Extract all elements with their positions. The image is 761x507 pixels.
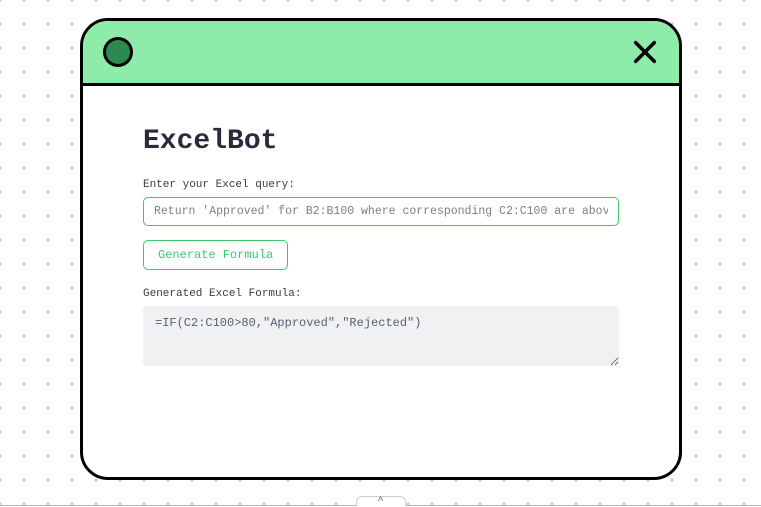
close-icon[interactable] xyxy=(631,38,659,66)
content-area: ExcelBot Enter your Excel query: Generat… xyxy=(83,86,679,391)
app-window: ExcelBot Enter your Excel query: Generat… xyxy=(80,18,682,480)
generate-formula-button[interactable]: Generate Formula xyxy=(143,240,288,270)
app-title: ExcelBot xyxy=(143,126,619,157)
output-label: Generated Excel Formula: xyxy=(143,288,619,300)
query-input[interactable] xyxy=(143,197,619,226)
titlebar xyxy=(83,21,679,86)
expand-handle-icon[interactable]: ^ xyxy=(356,496,406,506)
query-input-label: Enter your Excel query: xyxy=(143,179,619,191)
formula-output[interactable] xyxy=(143,306,619,366)
traffic-light-icon[interactable] xyxy=(103,37,133,67)
